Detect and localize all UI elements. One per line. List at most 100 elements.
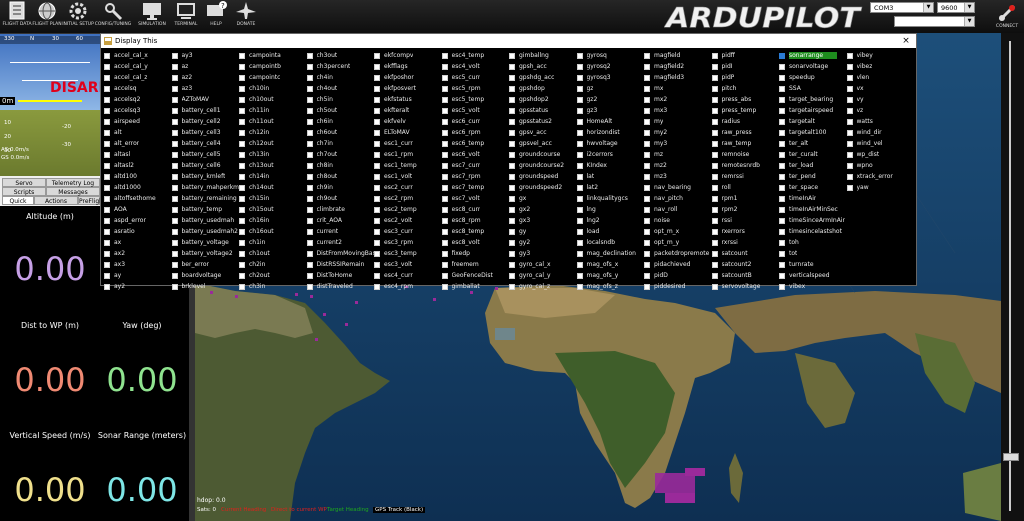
checkbox-box[interactable] xyxy=(576,74,583,81)
checkbox-box[interactable] xyxy=(644,195,650,202)
display-checkbox[interactable]: speedup xyxy=(779,72,847,83)
display-checkbox[interactable]: xtrack_error xyxy=(846,171,915,182)
checkbox-box[interactable] xyxy=(441,107,448,114)
display-checkbox[interactable]: fixedp xyxy=(441,248,510,259)
display-checkbox[interactable]: ay2 xyxy=(104,281,172,292)
checkbox-box[interactable] xyxy=(104,96,110,103)
checkbox-box[interactable] xyxy=(441,184,448,191)
display-checkbox[interactable]: gpsstatus xyxy=(509,105,577,116)
checkbox-box[interactable] xyxy=(711,173,718,180)
checkbox-box[interactable] xyxy=(509,118,515,125)
display-checkbox[interactable]: freemem xyxy=(441,259,510,270)
checkbox-box[interactable] xyxy=(711,162,718,169)
display-checkbox[interactable]: esc1_rpm xyxy=(374,149,442,160)
display-checkbox[interactable]: az3 xyxy=(171,83,240,94)
display-checkbox[interactable]: DistToHome xyxy=(306,270,375,281)
display-checkbox[interactable]: esc1_temp xyxy=(374,160,442,171)
display-checkbox[interactable]: mx xyxy=(644,83,712,94)
display-checkbox[interactable]: ch16out xyxy=(239,226,307,237)
display-checkbox[interactable]: ax2 xyxy=(104,248,172,259)
display-checkbox[interactable]: toh xyxy=(779,237,847,248)
checkbox-box[interactable] xyxy=(441,85,448,92)
checkbox-box[interactable] xyxy=(104,283,110,290)
checkbox-box[interactable] xyxy=(779,239,785,246)
checkbox-box[interactable] xyxy=(644,239,650,246)
checkbox-box[interactable] xyxy=(374,151,380,158)
display-checkbox[interactable]: radius xyxy=(711,116,780,127)
display-checkbox[interactable]: linkqualitygcs xyxy=(576,193,645,204)
display-checkbox[interactable]: ber_error xyxy=(171,259,240,270)
checkbox-box[interactable] xyxy=(509,217,515,224)
checkbox-box[interactable] xyxy=(306,140,313,147)
display-checkbox[interactable]: esc1_volt xyxy=(374,171,442,182)
checkbox-box[interactable] xyxy=(104,129,110,136)
checkbox-box[interactable] xyxy=(644,217,650,224)
checkbox-box[interactable] xyxy=(171,162,178,169)
checkbox-box[interactable] xyxy=(104,206,110,213)
display-checkbox[interactable]: groundspeed2 xyxy=(509,182,577,193)
display-checkbox[interactable]: battery_cell1 xyxy=(171,105,240,116)
checkbox-box[interactable] xyxy=(171,206,178,213)
checkbox-box[interactable] xyxy=(306,261,313,268)
checkbox-box[interactable] xyxy=(846,129,853,136)
display-checkbox[interactable]: packetdropremote xyxy=(644,248,712,259)
display-checkbox[interactable]: ch1in xyxy=(239,237,307,248)
display-checkbox[interactable]: accel_cal_y xyxy=(104,61,172,72)
checkbox-box[interactable] xyxy=(104,151,110,158)
checkbox-box[interactable] xyxy=(576,96,583,103)
connect-button[interactable]: CONNECT xyxy=(992,2,1022,32)
checkbox-box[interactable] xyxy=(239,118,245,125)
checkbox-box[interactable] xyxy=(306,228,313,235)
display-checkbox[interactable]: crit_AOA xyxy=(306,215,375,226)
display-checkbox[interactable]: rpm2 xyxy=(711,204,780,215)
display-checkbox[interactable]: ch16in xyxy=(239,215,307,226)
checkbox-box[interactable] xyxy=(644,85,650,92)
checkbox-box[interactable] xyxy=(374,140,380,147)
checkbox-box[interactable] xyxy=(846,184,853,191)
checkbox-box[interactable] xyxy=(239,195,245,202)
flight-plan-button[interactable]: FLIGHT PLAN xyxy=(32,1,62,32)
tab-servo[interactable]: Servo xyxy=(2,178,46,187)
checkbox-box[interactable] xyxy=(509,63,515,70)
display-checkbox[interactable]: ch7out xyxy=(306,149,375,160)
checkbox-box[interactable] xyxy=(306,173,313,180)
display-checkbox[interactable]: pitch xyxy=(711,83,780,94)
help-button[interactable]: ? HELP xyxy=(201,1,231,32)
display-checkbox[interactable]: gyro_cal_x xyxy=(509,259,577,270)
display-checkbox[interactable]: groundcourse xyxy=(509,149,577,160)
display-checkbox[interactable]: ekfvelv xyxy=(374,116,442,127)
display-checkbox[interactable]: wind_vel xyxy=(846,138,915,149)
checkbox-box[interactable] xyxy=(644,250,650,257)
display-checkbox[interactable]: AZToMAV xyxy=(171,94,240,105)
checkbox-box[interactable] xyxy=(644,261,650,268)
display-checkbox[interactable]: current2 xyxy=(306,237,375,248)
display-checkbox[interactable]: battery_cell5 xyxy=(171,149,240,160)
display-checkbox[interactable]: timeInAirMinSec xyxy=(779,204,847,215)
checkbox-box[interactable] xyxy=(374,250,380,257)
checkbox-box[interactable] xyxy=(441,52,448,59)
display-checkbox[interactable]: ch7in xyxy=(306,138,375,149)
display-checkbox[interactable]: accel_cal_x xyxy=(104,50,172,61)
display-checkbox[interactable]: ch8out xyxy=(306,171,375,182)
checkbox-box[interactable] xyxy=(374,184,380,191)
checkbox-box[interactable] xyxy=(306,206,313,213)
checkbox-box[interactable] xyxy=(779,250,785,257)
display-checkbox[interactable]: my3 xyxy=(644,138,712,149)
checkbox-box[interactable] xyxy=(374,206,380,213)
display-checkbox[interactable]: raw_temp xyxy=(711,138,780,149)
display-checkbox[interactable]: ekfcompv xyxy=(374,50,442,61)
checkbox-box[interactable] xyxy=(509,250,515,257)
checkbox-box[interactable] xyxy=(509,107,515,114)
display-checkbox[interactable]: mz xyxy=(644,149,712,160)
display-checkbox[interactable]: brklevel xyxy=(171,281,240,292)
checkbox-box[interactable] xyxy=(239,283,245,290)
display-checkbox[interactable]: esc8_temp xyxy=(441,226,510,237)
tab-scripts[interactable]: Scripts xyxy=(2,187,46,196)
checkbox-box[interactable] xyxy=(576,63,583,70)
checkbox-box[interactable] xyxy=(104,63,110,70)
display-checkbox[interactable]: accelsq2 xyxy=(104,94,172,105)
checkbox-box[interactable] xyxy=(239,151,245,158)
checkbox-box[interactable] xyxy=(576,195,583,202)
display-checkbox[interactable]: satcount xyxy=(711,248,780,259)
display-checkbox[interactable]: horizondist xyxy=(576,127,645,138)
